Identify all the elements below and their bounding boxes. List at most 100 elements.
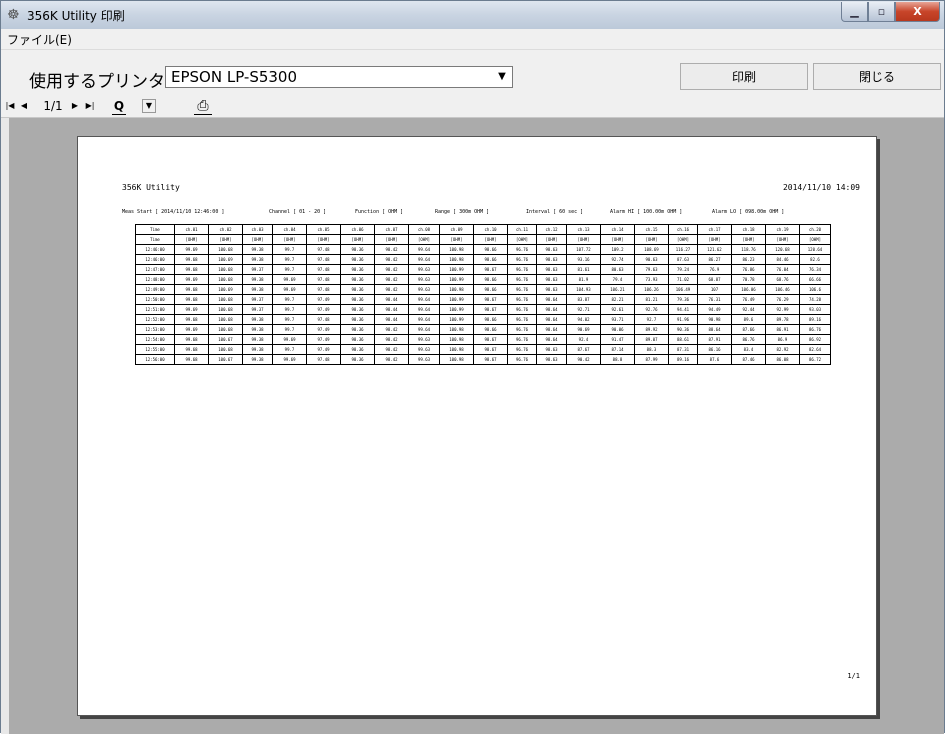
table-cell: 84.46 [765,254,800,265]
table-cell: 100.98 [439,354,474,365]
next-page-icon[interactable]: ▶ [71,98,79,114]
title-bar[interactable]: ☸ 356K Utility 印刷 ▁ ▫ X [1,1,944,29]
table-row: 12:53:00 99.69 100.68 99.38 99.7 97.49 98.36 98… [135,324,831,335]
table-cell: 98.67 [473,294,508,305]
table-cell: 99.68 [174,284,209,295]
table-cell: 94.49 [697,304,732,315]
prev-page-icon[interactable]: ◀ [19,98,29,114]
range-setting: Range [ 300m OHM ] [435,209,490,215]
table-cell: 99.7 [272,254,307,265]
table-cell: 99.64 [408,324,440,335]
table-cell: 99.37 [242,304,273,315]
preview-toolbar: |◀ ◀ 1/1 ▶ ▶| Q ▼ ⎙ [1,95,944,118]
table-cell: 97.48 [306,354,341,365]
table-cell: ch.13 [566,224,601,235]
table-cell: 79.24 [668,264,698,275]
printer-select-value: EPSON LP-S5300 [171,68,298,86]
table-cell: 99.69 [272,354,307,365]
table-cell: 68.87 [697,274,732,285]
close-button[interactable]: 閉じる [813,63,941,90]
table-row: 12:46:00 99.68 100.69 99.38 99.7 97.48 98.36 98… [135,254,831,265]
alarm-lo-setting: Alarm LO [ 098.00m OHM ] [712,209,785,215]
table-cell: 12:56:00 [135,354,175,365]
report-datetime: 2014/11/10 14:09 [782,183,860,192]
table-cell: 88.8 [600,354,635,365]
table-cell: 108.69 [634,244,669,255]
printer-icon[interactable]: ⎙ [194,98,212,115]
table-cell: 12:49:00 [135,284,175,295]
table-cell: 98.67 [473,344,508,355]
table-cell: 99.7 [272,264,307,275]
table-cell: 82.64 [799,344,831,355]
table-cell: 99.38 [242,254,273,265]
table-cell: 98.64 [536,334,567,345]
printer-select[interactable]: EPSON LP-S5300 ▼ [165,66,513,88]
table-cell: 98.42 [374,244,409,255]
table-cell: 121.62 [697,244,732,255]
table-cell: 99.38 [242,334,273,345]
table-cell: 94.02 [566,314,601,325]
minimize-button[interactable]: ▁ [841,2,868,22]
table-cell: 98.63 [536,264,567,275]
table-cell: 92.4 [566,334,601,345]
table-cell: 99.64 [408,254,440,265]
table-cell: 76.29 [765,294,800,305]
table-cell: 96.76 [507,284,537,295]
table-cell: 79.63 [634,264,669,275]
table-cell: 90.36 [668,324,698,335]
table-cell: 100.98 [439,254,474,265]
table-cell: 96.76 [507,354,537,365]
table-cell: [OHM] [473,234,508,245]
table-cell: 79.36 [668,294,698,305]
table-cell: 99.7 [272,344,307,355]
table-cell: 98.36 [340,274,375,285]
zoom-icon[interactable]: Q [112,98,126,115]
last-page-icon[interactable]: ▶| [83,98,97,114]
table-cell: 12:50:00 [135,294,175,305]
table-cell: 100.68 [208,294,243,305]
page-number: 1/1 [847,672,860,680]
table-cell: 99.63 [408,344,440,355]
table-cell: 98.63 [536,344,567,355]
table-cell: 98.66 [473,274,508,285]
table-cell: 98.63 [536,354,567,365]
table-row: 12:48:00 99.69 100.68 99.38 99.69 97.48 98.36 9… [135,274,831,285]
table-cell: 99.63 [408,334,440,345]
close-window-button[interactable]: X [895,2,940,22]
maximize-button[interactable]: ▫ [868,2,895,22]
print-button[interactable]: 印刷 [680,63,808,90]
table-cell: 100.98 [439,324,474,335]
table-cell: 98.67 [473,334,508,345]
menu-file[interactable]: ファイル(E) [7,31,72,48]
table-cell: 98.63 [536,274,567,285]
table-cell: 98.36 [340,344,375,355]
table-cell: 76.31 [697,294,732,305]
table-cell: 89.16 [799,314,831,325]
table-cell: 96.76 [507,254,537,265]
table-cell: 99.38 [242,284,273,295]
table-cell: 98.66 [473,284,508,295]
table-cell: 73.93 [634,274,669,285]
table-cell: 98.42 [374,324,409,335]
table-cell: 99.68 [174,254,209,265]
table-cell: 98.63 [536,284,567,295]
table-cell: ch.06 [340,224,375,235]
zoom-dropdown-icon[interactable]: ▼ [142,99,156,113]
table-cell: ch.18 [731,224,766,235]
table-cell: [OHM] [668,234,698,245]
table-cell: 100.99 [439,274,474,285]
table-cell: 87.63 [668,254,698,265]
chevron-down-icon[interactable]: ▼ [492,67,512,87]
first-page-icon[interactable]: |◀ [5,98,15,114]
table-row: 12:47:00 99.68 100.68 99.37 99.7 97.48 98.36 98… [135,264,831,275]
table-cell: 92.74 [600,254,635,265]
meas-start: Meas Start [ 2014/11/10 12:46:00 ] [122,209,225,215]
table-cell: 97.48 [306,274,341,285]
table-row: 12:55:00 99.68 100.68 99.38 99.7 97.49 98.36 98… [135,344,831,355]
table-cell: 99.68 [174,354,209,365]
table-cell: 99.38 [242,344,273,355]
table-cell: 99.63 [408,274,440,285]
table-cell: ch.12 [536,224,567,235]
table-cell: 98.36 [340,304,375,315]
table-cell: 96.76 [507,264,537,275]
